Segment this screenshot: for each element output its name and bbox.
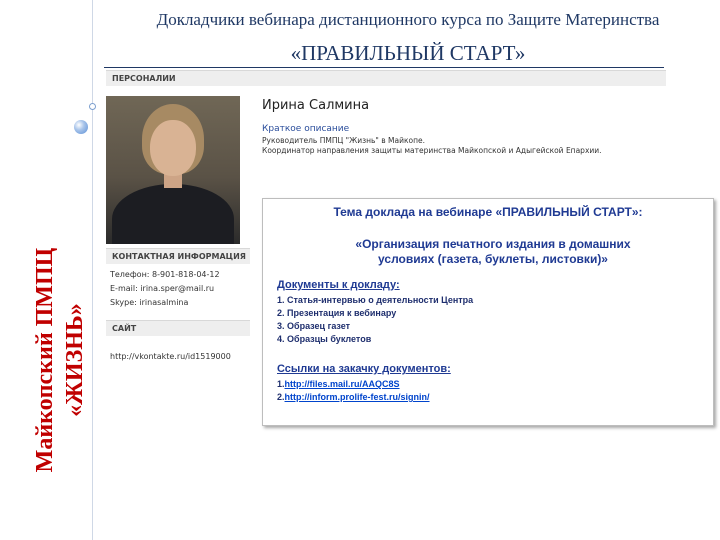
download-link-row: 2.http://inform.prolife-fest.ru/signin/ (277, 392, 430, 402)
brief-description: Руководитель ПМПЦ "Жизнь" в Майкопе. Коо… (262, 136, 652, 156)
download-link-prolife-fest[interactable]: http://inform.prolife-fest.ru/signin/ (285, 392, 430, 402)
contact-phone: Телефон: 8-901-818-04-12 (110, 270, 220, 279)
speaker-name: Ирина Салмина (262, 98, 370, 113)
vertical-org-line2: «ЖИЗНЬ» (62, 303, 88, 417)
slide-title-line2: «ПРАВИЛЬНЫЙ СТАРТ» (290, 41, 526, 65)
document-item: 1. Статья-интервью о деятельности Центра (277, 295, 474, 305)
contact-email: E-mail: irina.sper@mail.ru (110, 284, 215, 293)
talk-info-box: Тема доклада на вебинаре «ПРАВИЛЬНЫЙ СТА… (262, 198, 714, 426)
document-item: 2. Презентация к вебинару (277, 308, 397, 318)
personalii-header: ПЕРСОНАЛИИ (106, 70, 666, 86)
talk-topic: «Организация печатного издания в домашни… (293, 237, 693, 267)
documents-heading: Документы к докладу: (277, 279, 400, 291)
slide-title: Докладчики вебинара дистанционного курса… (96, 10, 720, 66)
talk-topic-line1: «Организация печатного издания в домашни… (355, 237, 631, 251)
document-item: 3. Образец газет (277, 321, 351, 331)
download-link-files-mail[interactable]: http://files.mail.ru/AAQC8S (285, 379, 400, 389)
speaker-photo (106, 96, 240, 244)
decorative-blue-bullet (74, 120, 88, 134)
download-link-number: 2. (277, 392, 285, 402)
talk-heading: Тема доклада на вебинаре «ПРАВИЛЬНЫЙ СТА… (333, 205, 643, 219)
decorative-small-circle (89, 103, 96, 110)
vertical-org-line1: Майкопский ПМПЦ (32, 247, 58, 473)
download-link-row: 1.http://files.mail.ru/AAQC8S (277, 379, 400, 389)
contact-info-header: КОНТАКТНАЯ ИНФОРМАЦИЯ (106, 248, 250, 264)
download-link-number: 1. (277, 379, 285, 389)
slide-title-line1: Докладчики вебинара дистанционного курса… (156, 10, 660, 29)
contact-skype: Skype: irinasalmina (110, 298, 189, 307)
title-underline (104, 67, 664, 68)
vertical-org-name: Майкопский ПМПЦ «ЖИЗНЬ» (30, 200, 110, 520)
talk-topic-line2: условиях (газета, буклеты, листовки)» (378, 252, 608, 266)
download-links-heading: Ссылки на закачку документов: (277, 363, 451, 375)
site-header: САЙТ (106, 320, 250, 336)
site-url[interactable]: http://vkontakte.ru/id1519000 (110, 352, 231, 361)
document-item: 4. Образцы буклетов (277, 334, 372, 344)
brief-line1: Руководитель ПМПЦ "Жизнь" в Майкопе. (262, 136, 426, 145)
brief-description-heading: Краткое описание (262, 124, 350, 134)
brief-line2: Координатор направления защиты материнст… (262, 146, 602, 155)
